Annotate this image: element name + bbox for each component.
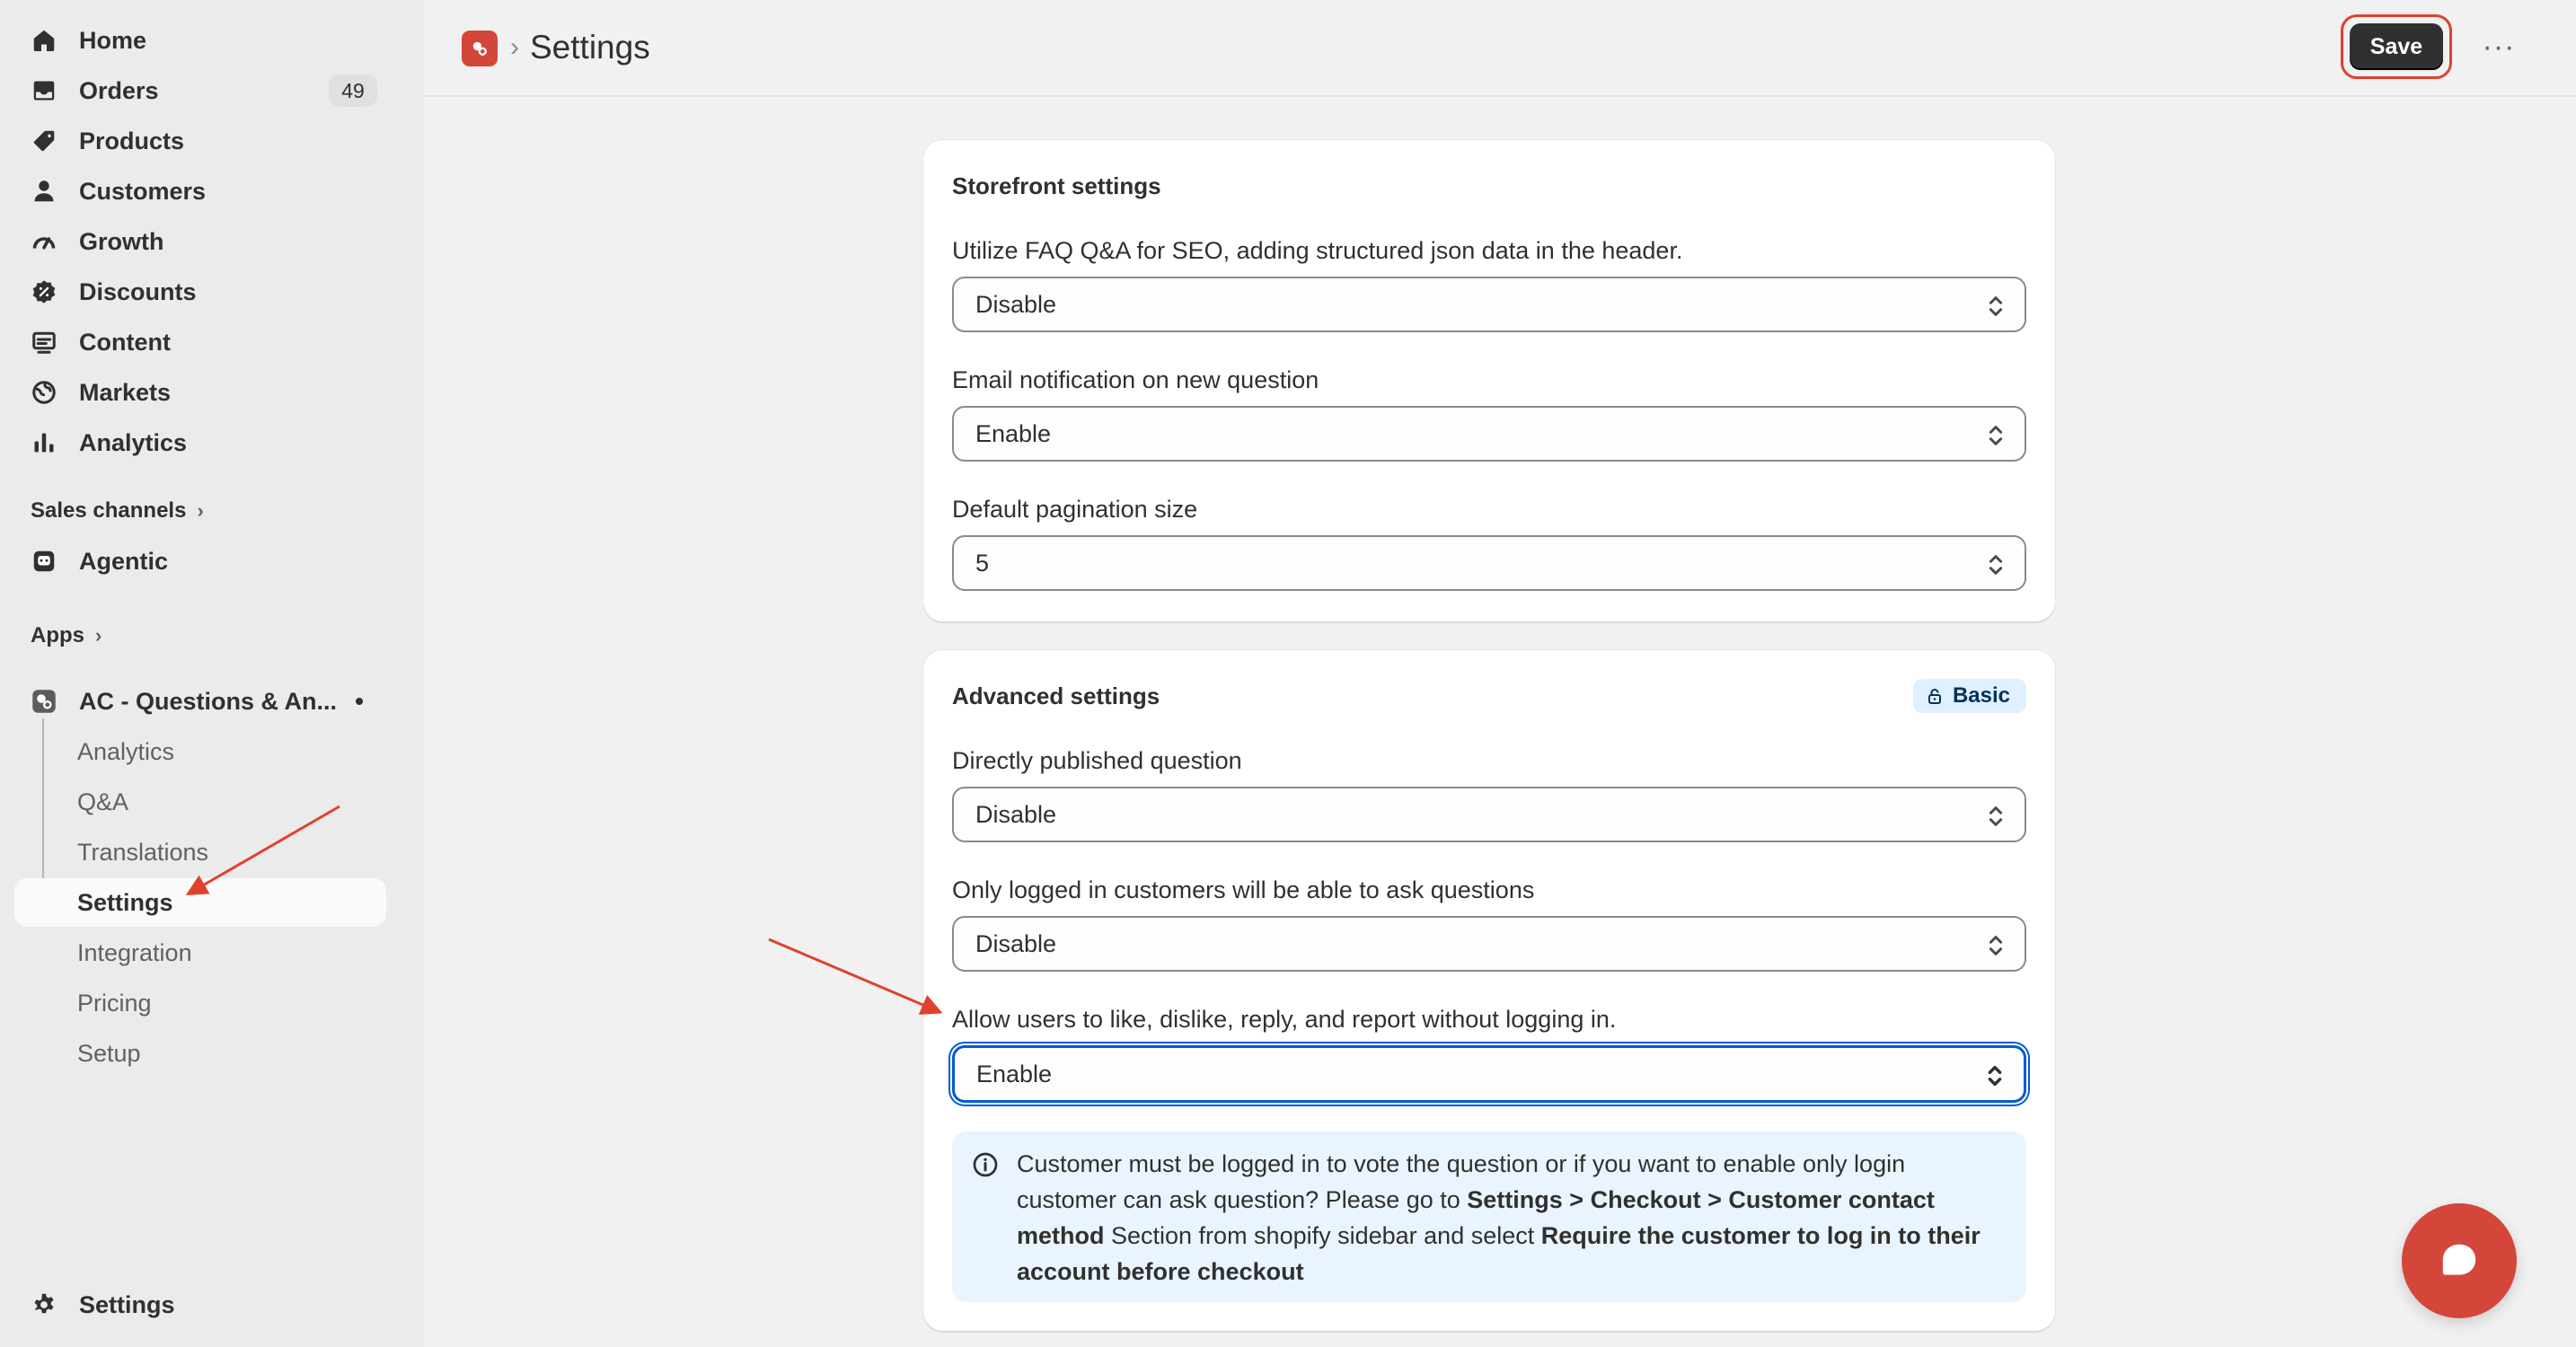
- sidebar-subitem-integration[interactable]: Integration: [14, 929, 386, 977]
- select-value: Enable: [975, 419, 1052, 447]
- field-label: Directly published question: [952, 747, 1242, 774]
- logged-in-only-select[interactable]: Disable: [952, 916, 2026, 972]
- pagination-size-select[interactable]: 5: [952, 535, 2026, 591]
- advanced-settings-card: Advanced settings Basic Directly publish…: [923, 650, 2055, 1331]
- sidebar-item-label: Discounts: [79, 277, 197, 305]
- info-banner: Customer must be logged in to vote the q…: [952, 1131, 2026, 1302]
- sidebar-item-label: Growth: [79, 227, 164, 255]
- sidebar-subitem-analytics[interactable]: Analytics: [14, 727, 386, 776]
- gear-icon: [31, 1291, 57, 1318]
- sidebar-item-label: Customers: [79, 177, 207, 205]
- card-title: Advanced settings: [952, 682, 1160, 709]
- direct-publish-select[interactable]: Disable: [952, 787, 2026, 842]
- sidebar-item-label: Content: [79, 328, 171, 356]
- select-value: Disable: [975, 290, 1057, 318]
- apps-header[interactable]: Apps ›: [31, 623, 101, 648]
- plan-badge-label: Basic: [1952, 683, 2010, 708]
- field-label: Utilize FAQ Q&A for SEO, adding structur…: [952, 237, 1683, 264]
- tag-icon: [31, 128, 57, 154]
- plan-badge: Basic: [1912, 679, 2026, 713]
- page-header: › Settings Save ···: [424, 0, 2576, 97]
- pin-dot-icon: [356, 698, 363, 705]
- sidebar-item-agentic[interactable]: Agentic: [14, 537, 386, 585]
- arrow-to-anonymous-field: [768, 938, 943, 1015]
- sidebar-item-label: Analytics: [79, 428, 188, 456]
- seo-json-select[interactable]: Disable: [952, 277, 2026, 332]
- sidebar-item-customers[interactable]: Customers: [14, 167, 386, 216]
- sidebar-item-content[interactable]: Content: [14, 318, 386, 366]
- select-arrows-icon: [1988, 1065, 2002, 1087]
- chat-launcher-button[interactable]: [2402, 1203, 2517, 1318]
- bar-chart-icon: [31, 429, 57, 456]
- save-button[interactable]: Save: [2350, 23, 2443, 70]
- sidebar: Home Orders 49 Products Customers Growth…: [0, 0, 424, 1347]
- sidebar-subitem-pricing[interactable]: Pricing: [14, 979, 386, 1027]
- sidebar-item-label: Orders: [79, 76, 159, 104]
- sidebar-item-products[interactable]: Products: [14, 117, 386, 165]
- sidebar-item-home[interactable]: Home: [14, 16, 386, 65]
- select-arrows-icon: [1989, 555, 2003, 575]
- inbox-icon: [31, 77, 57, 104]
- sidebar-item-discounts[interactable]: Discounts: [14, 268, 386, 316]
- sidebar-item-label: Products: [79, 127, 185, 154]
- anonymous-actions-select[interactable]: Enable: [952, 1045, 2026, 1103]
- info-text: Section from shopify sidebar and select: [1104, 1222, 1541, 1249]
- select-value: Enable: [976, 1060, 1053, 1087]
- select-arrows-icon: [1989, 806, 2003, 826]
- email-notification-select[interactable]: Enable: [952, 406, 2026, 462]
- field-label: Email notification on new question: [952, 366, 1319, 393]
- gauge-icon: [31, 228, 57, 255]
- chevron-right-icon: ›: [197, 499, 204, 522]
- card-title: Storefront settings: [952, 172, 1161, 199]
- sidebar-item-analytics[interactable]: Analytics: [14, 418, 386, 467]
- sidebar-item-label: Markets: [79, 378, 172, 406]
- select-arrows-icon: [1989, 936, 2003, 955]
- storefront-settings-card: Storefront settings Utilize FAQ Q&A for …: [923, 140, 2055, 621]
- home-icon: [31, 27, 57, 54]
- robot-icon: [31, 548, 57, 575]
- content-icon: [31, 329, 57, 356]
- sidebar-item-label: Home: [79, 26, 147, 54]
- sidebar-item-app-qa[interactable]: AC - Questions & An...: [14, 677, 386, 726]
- sidebar-subitem-settings[interactable]: Settings: [14, 878, 386, 927]
- select-arrows-icon: [1989, 296, 2003, 316]
- breadcrumb-chevron-icon: ›: [510, 32, 519, 62]
- person-icon: [31, 178, 57, 205]
- field-label: Default pagination size: [952, 496, 1198, 523]
- sidebar-item-orders[interactable]: Orders 49: [14, 66, 386, 115]
- more-actions-icon[interactable]: ···: [2474, 23, 2524, 70]
- field-label: Only logged in customers will be able to…: [952, 876, 1535, 903]
- field-label: Allow users to like, dislike, reply, and…: [952, 1006, 1617, 1033]
- select-arrows-icon: [1989, 426, 2003, 445]
- sidebar-item-label: Settings: [79, 1290, 175, 1318]
- lock-icon: [1928, 689, 1941, 704]
- sidebar-item-label: Agentic: [79, 547, 169, 575]
- sidebar-item-settings[interactable]: Settings: [14, 1281, 386, 1329]
- select-value: 5: [975, 549, 990, 577]
- chat-bubble-icon: [2442, 1244, 2476, 1275]
- chevron-right-icon: ›: [95, 624, 102, 647]
- apps-label: Apps: [31, 623, 84, 647]
- page-title: Settings: [530, 29, 650, 66]
- select-value: Disable: [975, 929, 1057, 957]
- app-logo-icon: [31, 688, 57, 715]
- discount-icon: [31, 278, 57, 305]
- sidebar-subitem-translations[interactable]: Translations: [14, 828, 386, 876]
- globe-icon: [31, 379, 57, 406]
- select-value: Disable: [975, 800, 1057, 828]
- info-icon: [973, 1152, 998, 1177]
- sidebar-item-growth[interactable]: Growth: [14, 217, 386, 266]
- sales-channels-label: Sales channels: [31, 498, 187, 523]
- sidebar-subitem-qa[interactable]: Q&A: [14, 778, 386, 826]
- app-logo-icon[interactable]: [462, 31, 498, 66]
- sidebar-subitem-setup[interactable]: Setup: [14, 1029, 386, 1078]
- sidebar-item-markets[interactable]: Markets: [14, 368, 386, 417]
- sales-channels-header[interactable]: Sales channels ›: [31, 498, 204, 524]
- sidebar-item-label: AC - Questions & An...: [79, 687, 338, 715]
- orders-count-badge: 49: [329, 75, 377, 107]
